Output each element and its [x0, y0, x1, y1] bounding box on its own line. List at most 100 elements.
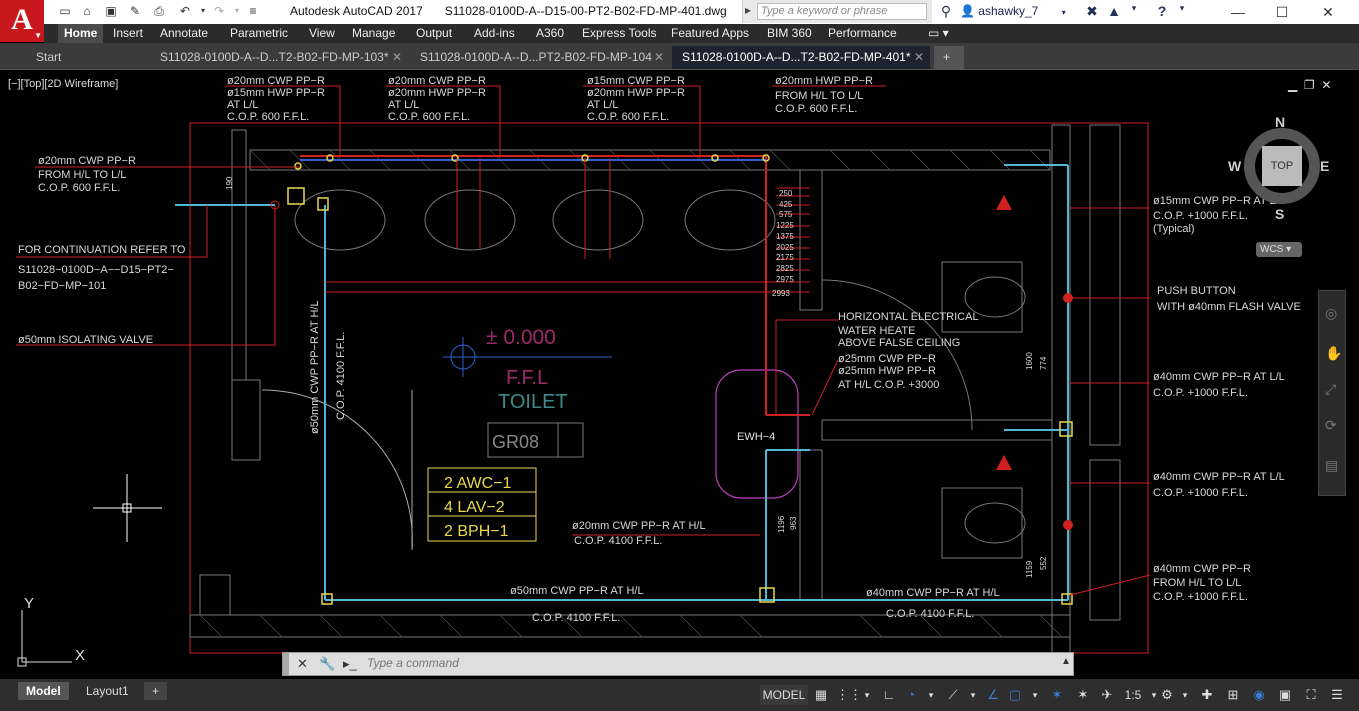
tab-model[interactable]: Model — [18, 682, 69, 700]
close-tab-icon[interactable]: ✕ — [392, 46, 402, 68]
compass-w[interactable]: W — [1228, 158, 1241, 174]
tab-parametric[interactable]: Parametric — [230, 24, 288, 43]
command-prompt-icon[interactable]: ▸_ — [343, 656, 357, 672]
tab-manage[interactable]: Manage — [352, 24, 395, 43]
help-icon[interactable]: ? — [1154, 3, 1170, 19]
tab-featured-apps[interactable]: Featured Apps — [671, 24, 749, 43]
tab-annotate[interactable]: Annotate — [160, 24, 208, 43]
add-layout-button[interactable]: + — [144, 682, 168, 700]
command-grip[interactable] — [283, 653, 289, 675]
tab-home[interactable]: Home — [58, 24, 104, 43]
grid-icon[interactable]: ▦ — [812, 685, 830, 705]
tab-insert[interactable]: Insert — [113, 24, 143, 43]
tab-output[interactable]: Output — [416, 24, 452, 43]
annotation-scale-value[interactable]: 1:5 — [1118, 685, 1148, 705]
annotation-scale-icon[interactable]: ✈ — [1098, 685, 1116, 705]
leader-lines — [16, 85, 1151, 596]
compass-s[interactable]: S — [1275, 206, 1284, 222]
tab-a360[interactable]: A360 — [536, 24, 564, 43]
showmotion-icon[interactable]: ▤ — [1325, 457, 1338, 474]
hardware-acceleration-icon[interactable]: ▣ — [1276, 685, 1294, 705]
close-button[interactable]: ✕ — [1305, 0, 1351, 24]
tab-drawing-104[interactable]: S11028-0100D-A--D...PT2-B02-FD-MP-104 ✕ — [410, 46, 670, 69]
save-as-icon[interactable]: ✎ — [126, 3, 144, 19]
annotation-visibility-icon[interactable]: ✶ — [1048, 685, 1066, 705]
command-input[interactable]: Type a command — [367, 656, 459, 670]
tab-label: S11028-0100D-A--D...T2-B02-FD-MP-103* — [160, 50, 389, 64]
object-snap-dropdown-icon[interactable]: ▾ — [1028, 685, 1042, 705]
customization-menu-icon[interactable]: ☰ — [1328, 685, 1346, 705]
close-tab-icon[interactable]: ✕ — [654, 46, 664, 68]
ribbon-options-icon[interactable]: ▭ ▾ — [928, 24, 949, 43]
polar-dropdown-icon[interactable]: ▾ — [924, 685, 938, 705]
tab-bim-360[interactable]: BIM 360 — [767, 24, 812, 43]
autodesk-a360-icon[interactable]: ▲ — [1106, 3, 1122, 19]
tab-drawing-401[interactable]: S11028-0100D-A--D...T2-B02-FD-MP-401* ✕ — [672, 46, 930, 69]
help-dropdown-icon[interactable]: ▾ — [1174, 3, 1190, 14]
autocad-logo[interactable]: A ▼ — [0, 0, 44, 42]
tab-view[interactable]: View — [309, 24, 335, 43]
isodraft-dropdown-icon[interactable]: ▾ — [966, 685, 980, 705]
search-input[interactable]: Type a keyword or phrase — [757, 3, 927, 20]
user-account[interactable]: 👤 ashawky_7 ▾ — [960, 4, 1066, 18]
wcs-menu[interactable]: WCS ▾ — [1256, 242, 1302, 257]
note-tl4-line3: C.O.P. 600 F.F.L. — [775, 103, 857, 115]
model-space-button[interactable]: MODEL — [760, 685, 808, 705]
save-icon[interactable]: ▣ — [102, 3, 120, 19]
customize-toolbar-icon[interactable]: ≡ — [244, 3, 262, 19]
polar-icon[interactable]: ◔ — [902, 685, 920, 705]
snap-icon[interactable]: ⋮⋮ — [836, 685, 862, 705]
clean-screen-icon[interactable]: ⛶ — [1302, 685, 1320, 705]
schedule-row: 4 LAV−2 — [444, 499, 505, 516]
command-history-icon[interactable]: ▲ — [1061, 656, 1071, 667]
isodraft-icon[interactable]: ⟋ — [944, 685, 962, 705]
app-title: Autodesk AutoCAD 2017 — [290, 4, 423, 18]
viewcube-top-face[interactable]: TOP — [1262, 146, 1302, 186]
object-snap-tracking-icon[interactable]: ∠ — [984, 685, 1002, 705]
close-tab-icon[interactable]: ✕ — [914, 46, 924, 68]
a360-dropdown-icon[interactable]: ▾ — [1126, 3, 1142, 14]
snap-dropdown-icon[interactable]: ▾ — [860, 685, 874, 705]
tab-drawing-103[interactable]: S11028-0100D-A--D...T2-B02-FD-MP-103* ✕ — [150, 46, 408, 69]
zoom-extents-icon[interactable]: ⤢ — [1325, 381, 1336, 398]
tab-add-ins[interactable]: Add-ins — [474, 24, 515, 43]
drawing-canvas[interactable]: [−][Top][2D Wireframe] ▁ ❐ ✕ Y X ø20mm C… — [0, 70, 1359, 679]
binoculars-icon[interactable]: ⚲ — [938, 3, 954, 20]
tab-start[interactable]: Start — [26, 46, 148, 69]
note-left1-line3: C.O.P. 600 F.F.L. — [38, 182, 120, 194]
redo-icon[interactable]: ↷ — [210, 3, 228, 19]
auto-scale-icon[interactable]: ✶ — [1074, 685, 1092, 705]
level-label: ± 0.000 — [486, 326, 556, 349]
workspace-dropdown-icon[interactable]: ▾ — [1178, 685, 1192, 705]
steering-wheel-icon[interactable]: ◎ — [1325, 305, 1337, 322]
compass-e[interactable]: E — [1320, 158, 1329, 174]
close-command-icon[interactable]: ✕ — [297, 656, 308, 672]
customize-command-icon[interactable]: 🔧 — [319, 656, 335, 672]
tab-express-tools[interactable]: Express Tools — [582, 24, 656, 43]
new-icon[interactable]: ▭ — [56, 3, 74, 19]
object-snap-icon[interactable]: ▢ — [1006, 685, 1024, 705]
new-tab-button[interactable]: + — [934, 46, 964, 69]
undo-icon[interactable]: ↶ — [176, 3, 194, 19]
tab-layout1[interactable]: Layout1 — [78, 682, 137, 700]
ortho-icon[interactable]: ∟ — [880, 685, 898, 705]
workspace-gear-icon[interactable]: ⚙ — [1158, 685, 1176, 705]
search-expand-icon[interactable]: ▸ — [745, 3, 751, 17]
viewcube[interactable]: TOP N S E W — [1228, 114, 1336, 226]
user-dropdown-icon[interactable]: ▾ — [1062, 8, 1066, 17]
pan-icon[interactable]: ✋ — [1325, 345, 1342, 362]
application-menu-arrow-icon[interactable]: ▼ — [34, 32, 42, 40]
compass-n[interactable]: N — [1275, 114, 1285, 130]
maximize-button[interactable]: ☐ — [1259, 0, 1305, 24]
tab-performance[interactable]: Performance — [828, 24, 897, 43]
isolate-objects-icon[interactable]: ◉ — [1250, 685, 1268, 705]
note-vertical-cop: C.O.P. 4100 F.F.L. — [335, 332, 347, 420]
open-icon[interactable]: ⌂ — [78, 3, 96, 19]
orbit-icon[interactable]: ⟳ — [1325, 417, 1337, 434]
plot-icon[interactable]: ⎙ — [150, 3, 168, 19]
exchange-icon[interactable]: ✖ — [1084, 3, 1100, 20]
annotation-monitor-icon[interactable]: ✚ — [1198, 685, 1216, 705]
units-icon[interactable]: ⊞ — [1224, 685, 1242, 705]
minimize-button[interactable]: — — [1215, 0, 1261, 24]
search-box: ▸ Type a keyword or phrase — [742, 0, 932, 23]
